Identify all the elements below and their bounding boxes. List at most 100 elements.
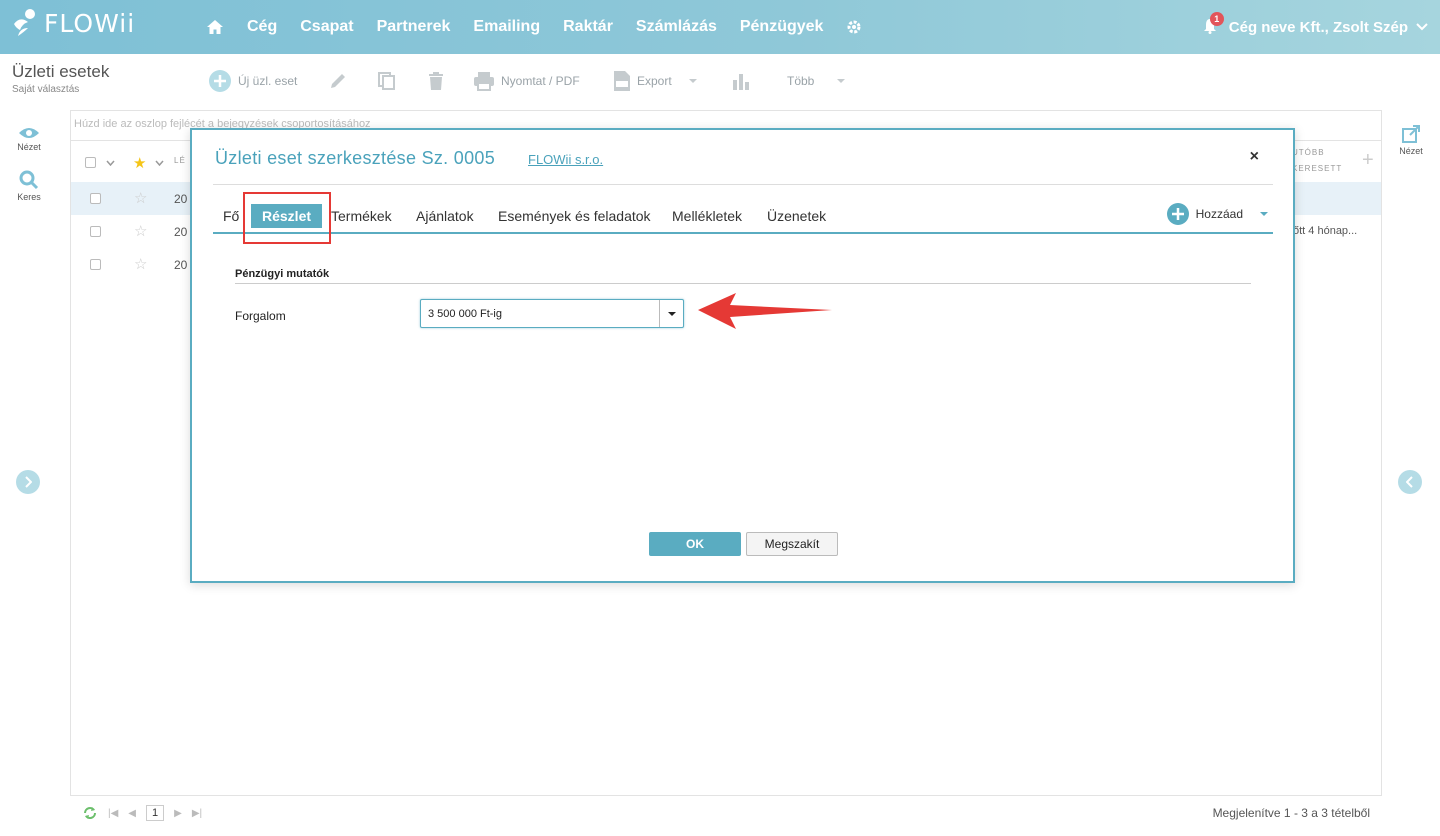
user-label[interactable]: Cég neve Kft., Zsolt Szép bbox=[1229, 19, 1408, 36]
section-title: Pénzügyi mutatók bbox=[235, 268, 330, 280]
chevron-right-icon bbox=[25, 476, 32, 488]
record-count-info: Megjelenítve 1 - 3 a 3 tételből bbox=[1212, 806, 1370, 820]
revenue-select[interactable]: 3 500 000 Ft-ig bbox=[420, 299, 684, 328]
row-last-contact-cell: őtt 4 hónap... bbox=[1293, 225, 1358, 237]
caret-down-icon bbox=[688, 79, 697, 83]
add-label: Hozzáad bbox=[1195, 207, 1243, 221]
eye-icon bbox=[19, 128, 39, 138]
print-pdf-label: Nyomtat / PDF bbox=[501, 74, 580, 88]
tab-termekek[interactable]: Termékek bbox=[331, 208, 392, 224]
export-button[interactable]: Export bbox=[613, 66, 698, 96]
next-page-icon[interactable]: ▶ bbox=[174, 808, 182, 819]
page-title: Üzleti esetek bbox=[12, 62, 110, 81]
tab-uzenetek[interactable]: Üzenetek bbox=[767, 208, 826, 224]
rail-search-button[interactable]: Keres bbox=[0, 170, 58, 202]
cancel-button[interactable]: Megszakít bbox=[746, 532, 838, 556]
copy-button[interactable] bbox=[377, 66, 397, 96]
expand-right-button[interactable] bbox=[1398, 470, 1422, 494]
flowii-logo-icon bbox=[14, 9, 35, 36]
nav-item-penzugyek[interactable]: Pénzügyek bbox=[740, 18, 824, 36]
tab-mellekletek[interactable]: Mellékletek bbox=[672, 208, 742, 224]
star-filter-icon[interactable]: ★ bbox=[133, 154, 146, 172]
column-header-last-2[interactable]: KERESETT bbox=[1292, 164, 1342, 173]
annotation-arrow-icon bbox=[698, 293, 832, 329]
nav-item-csapat[interactable]: Csapat bbox=[300, 18, 353, 36]
nav-item-partnerek[interactable]: Partnerek bbox=[377, 18, 451, 36]
add-button[interactable]: Hozzáad bbox=[1166, 202, 1269, 226]
more-label: Több bbox=[787, 74, 815, 88]
prev-page-icon[interactable]: ◀ bbox=[128, 808, 136, 819]
divider bbox=[213, 184, 1273, 185]
chevron-down-icon[interactable] bbox=[106, 160, 115, 166]
right-rail: Nézet bbox=[1382, 110, 1440, 836]
nav-item-emailing[interactable]: Emailing bbox=[473, 18, 540, 36]
new-deal-button[interactable]: Új üzl. eset bbox=[208, 66, 297, 96]
close-icon[interactable]: × bbox=[1250, 148, 1259, 166]
export-label: Export bbox=[637, 74, 672, 88]
dialog-title: Üzleti eset szerkesztése Sz. 0005 bbox=[215, 148, 496, 168]
rail-right-view-label: Nézet bbox=[1399, 146, 1423, 156]
search-icon bbox=[19, 170, 39, 190]
print-pdf-button[interactable]: Nyomtat / PDF bbox=[473, 66, 580, 96]
main-nav: Cég Csapat Partnerek Emailing Raktár Szá… bbox=[206, 0, 885, 54]
rail-external-view-button[interactable]: Nézet bbox=[1382, 124, 1440, 156]
page-subtitle[interactable]: Saját választás bbox=[12, 84, 79, 95]
left-rail: Nézet Keres bbox=[0, 110, 58, 836]
brand-name: FLOWii bbox=[44, 8, 136, 38]
ok-button[interactable]: OK bbox=[649, 532, 741, 556]
rail-view-label: Nézet bbox=[17, 142, 41, 152]
more-button[interactable]: Több bbox=[787, 66, 846, 96]
nav-item-szamlazas[interactable]: Számlázás bbox=[636, 18, 717, 36]
edit-deal-dialog: Üzleti eset szerkesztése Sz. 0005 FLOWii… bbox=[190, 128, 1295, 583]
chart-button[interactable] bbox=[731, 66, 751, 96]
pencil-icon bbox=[328, 71, 348, 91]
chevron-down-icon[interactable] bbox=[1416, 23, 1428, 31]
grid-footer: |◀ ◀ 1 ▶ ▶| Megjelenítve 1 - 3 a 3 tétel… bbox=[70, 796, 1382, 830]
row-checkbox[interactable] bbox=[90, 259, 101, 270]
section-divider bbox=[235, 283, 1251, 284]
company-link[interactable]: FLOWii s.r.o. bbox=[528, 152, 603, 167]
column-header-last-1[interactable]: UTÓBB bbox=[1292, 148, 1325, 157]
bar-chart-icon bbox=[731, 71, 751, 91]
select-all-checkbox[interactable] bbox=[85, 157, 96, 168]
column-header-partial[interactable]: LÉ bbox=[174, 156, 186, 165]
last-page-icon[interactable]: ▶| bbox=[192, 808, 202, 819]
delete-button[interactable] bbox=[427, 66, 445, 96]
dropdown-toggle[interactable] bbox=[659, 300, 683, 327]
nav-item-ceg[interactable]: Cég bbox=[247, 18, 277, 36]
plus-circle-icon bbox=[208, 69, 232, 93]
edit-button[interactable] bbox=[328, 66, 348, 96]
tab-ajanlatok[interactable]: Ajánlatok bbox=[416, 208, 474, 224]
chevron-down-icon[interactable] bbox=[155, 160, 164, 166]
row-checkbox[interactable] bbox=[90, 226, 101, 237]
user-menu[interactable]: 1 Cég neve Kft., Zsolt Szép bbox=[1203, 0, 1428, 54]
notification-bell-icon[interactable]: 1 bbox=[1203, 12, 1224, 36]
current-page[interactable]: 1 bbox=[146, 805, 165, 821]
row-date-cell: 20 bbox=[174, 258, 188, 272]
tab-fo[interactable]: Fő bbox=[223, 208, 239, 224]
home-icon[interactable] bbox=[206, 19, 224, 35]
star-icon[interactable]: ☆ bbox=[134, 222, 147, 240]
caret-down-icon[interactable] bbox=[1259, 211, 1269, 217]
nav-item-raktar[interactable]: Raktár bbox=[563, 18, 613, 36]
dialog-tabs: Fő Részlet Termékek Ajánlatok Események … bbox=[213, 204, 1273, 234]
refresh-icon[interactable] bbox=[82, 805, 98, 821]
new-deal-label: Új üzl. eset bbox=[238, 74, 298, 88]
tab-esemenyek-es-feladatok[interactable]: Események és feladatok bbox=[498, 208, 651, 224]
star-icon[interactable]: ☆ bbox=[134, 189, 147, 207]
add-column-plus-icon[interactable]: + bbox=[1362, 149, 1374, 172]
revenue-label: Forgalom bbox=[235, 309, 286, 323]
app-logo[interactable]: FLOWii bbox=[12, 8, 135, 38]
row-checkbox[interactable] bbox=[90, 193, 101, 204]
copy-icon bbox=[377, 71, 397, 91]
expand-left-button[interactable] bbox=[16, 470, 40, 494]
first-page-icon[interactable]: |◀ bbox=[108, 808, 118, 819]
highlight-annotation-box bbox=[243, 192, 331, 244]
caret-down-icon bbox=[667, 311, 676, 316]
rail-view-button[interactable]: Nézet bbox=[0, 126, 58, 152]
star-icon[interactable]: ☆ bbox=[134, 255, 147, 273]
row-date-cell: 20 bbox=[174, 192, 188, 206]
rail-search-label: Keres bbox=[17, 192, 41, 202]
settings-gear-icon[interactable] bbox=[846, 19, 862, 35]
printer-icon bbox=[473, 71, 495, 91]
